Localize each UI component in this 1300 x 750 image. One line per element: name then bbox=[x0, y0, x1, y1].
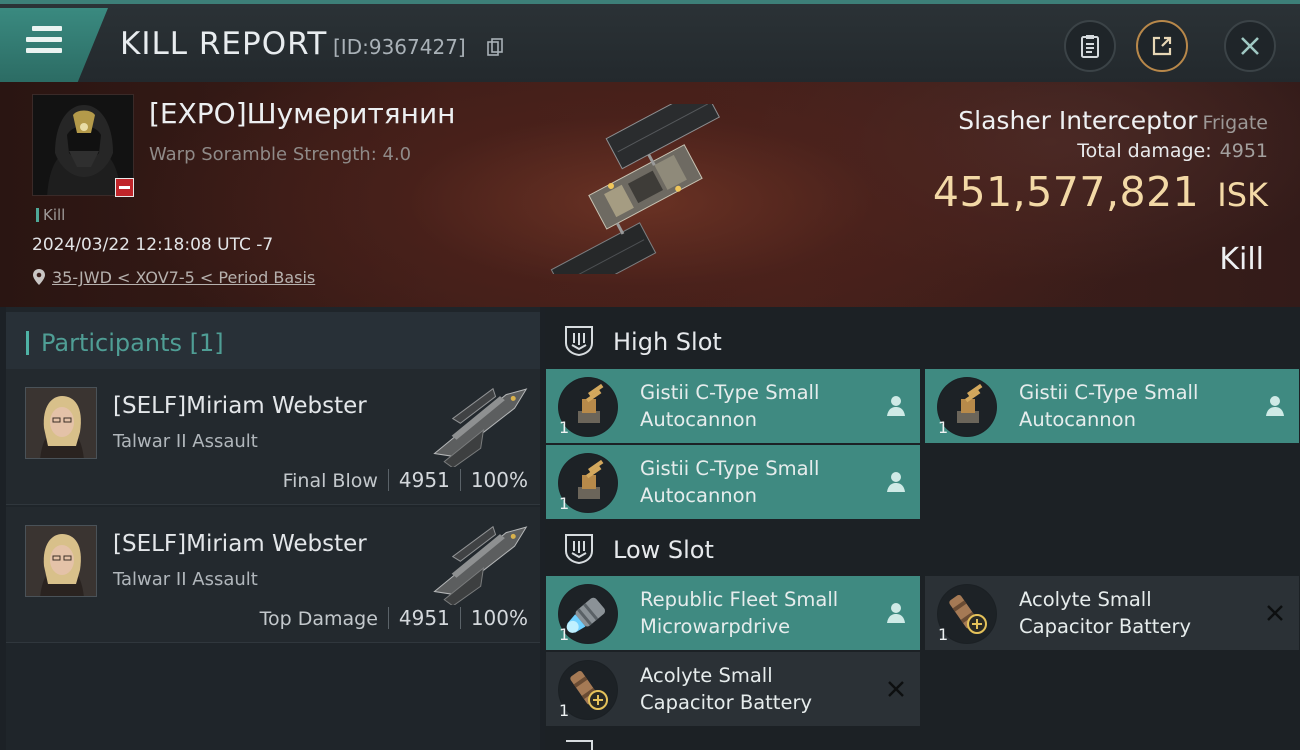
victim-subtitle: Warp Soramble Strength: 4.0 bbox=[149, 144, 412, 165]
kill-summary-banner: [EXPO]Шумеритянин Warp Soramble Strength… bbox=[0, 82, 1300, 307]
slot-high-icon bbox=[565, 326, 593, 357]
module-name: Gistii C-Type Small Autocannon bbox=[640, 457, 820, 507]
menu-button[interactable] bbox=[0, 8, 108, 82]
participants-header: Participants [1] bbox=[6, 312, 540, 370]
module-name: Acolyte Small Capacitor Battery bbox=[640, 664, 812, 714]
share-icon bbox=[1152, 36, 1172, 56]
low-slot-header: Low Slot bbox=[545, 519, 1300, 579]
destroyed-x-icon bbox=[1267, 605, 1283, 621]
participant-ship: Talwar II Assault bbox=[113, 431, 258, 452]
pilot-icon bbox=[887, 603, 905, 623]
participant-name: [SELF]Miriam Webster bbox=[113, 531, 367, 557]
participant-portrait bbox=[25, 525, 97, 597]
participant-stats: Final Blow 4951 100% bbox=[282, 468, 528, 492]
share-button[interactable] bbox=[1136, 20, 1188, 72]
participant-portrait bbox=[25, 387, 97, 459]
participants-panel: Participants [1] [SELF]Miriam Webster Ta… bbox=[6, 307, 540, 750]
victim-ship-image bbox=[550, 104, 721, 274]
module-slot[interactable]: 1 Republic Fleet Small Microwarpdrive bbox=[546, 576, 920, 650]
participant-row[interactable]: [SELF]Miriam Webster Talwar II Assault T… bbox=[6, 507, 540, 643]
fitting-panel: High Slot 1 Gistii C-Type Small Autocann… bbox=[545, 307, 1300, 750]
victim-name[interactable]: [EXPO]Шумеритянин bbox=[149, 97, 455, 130]
participant-ship-image bbox=[433, 525, 528, 605]
next-slot-header-partial bbox=[562, 737, 596, 750]
module-name: Republic Fleet Small Microwarpdrive bbox=[640, 588, 839, 638]
close-button[interactable] bbox=[1224, 20, 1276, 72]
menu-icon bbox=[26, 26, 62, 59]
participant-ship: Talwar II Assault bbox=[113, 569, 258, 590]
module-slot[interactable]: 1 Acolyte Small Capacitor Battery bbox=[546, 652, 920, 726]
copy-icon[interactable] bbox=[487, 38, 503, 56]
isk-value: 451,577,821 ISK bbox=[932, 168, 1268, 216]
participant-row[interactable]: [SELF]Miriam Webster Talwar II Assault F… bbox=[6, 369, 540, 505]
result-label: Kill bbox=[1219, 242, 1264, 277]
clipboard-button[interactable] bbox=[1064, 20, 1116, 72]
page-title: KILL REPORT bbox=[120, 26, 328, 62]
report-id: [ID:9367427] bbox=[333, 35, 466, 59]
slot-low-icon bbox=[565, 534, 593, 565]
participant-stats: Top Damage 4951 100% bbox=[259, 606, 528, 630]
pilot-icon bbox=[887, 396, 905, 416]
kill-location[interactable]: 35-JWD < XOV7-5 < Period Basis bbox=[32, 268, 315, 287]
pilot-icon bbox=[1266, 396, 1284, 416]
module-name: Acolyte Small Capacitor Battery bbox=[1019, 588, 1191, 638]
module-name: Gistii C-Type Small Autocannon bbox=[640, 381, 820, 431]
close-icon bbox=[1241, 37, 1259, 55]
kill-tag: Kill bbox=[36, 206, 65, 224]
location-pin-icon bbox=[33, 269, 45, 285]
participant-name: [SELF]Miriam Webster bbox=[113, 393, 367, 419]
corp-badge-icon bbox=[115, 178, 134, 197]
top-bar: KILL REPORT [ID:9367427] bbox=[0, 0, 1300, 82]
total-damage: Total damage: 4951 bbox=[1077, 140, 1268, 162]
victim-ship-class: Frigate bbox=[1202, 112, 1268, 134]
participant-ship-image bbox=[433, 387, 528, 467]
module-slot[interactable]: 1 Gistii C-Type Small Autocannon bbox=[546, 445, 920, 519]
destroyed-x-icon bbox=[888, 681, 904, 697]
module-slot[interactable]: 1 Acolyte Small Capacitor Battery bbox=[925, 576, 1299, 650]
module-name: Gistii C-Type Small Autocannon bbox=[1019, 381, 1199, 431]
module-slot[interactable]: 1 Gistii C-Type Small Autocannon bbox=[925, 369, 1299, 443]
kill-timestamp: 2024/03/22 12:18:08 UTC -7 bbox=[32, 235, 274, 255]
pilot-icon bbox=[887, 472, 905, 492]
module-slot[interactable]: 1 Gistii C-Type Small Autocannon bbox=[546, 369, 920, 443]
victim-ship-name: Slasher Interceptor Frigate bbox=[958, 106, 1268, 135]
high-slot-header: High Slot bbox=[545, 311, 1300, 371]
clipboard-icon bbox=[1081, 35, 1099, 58]
